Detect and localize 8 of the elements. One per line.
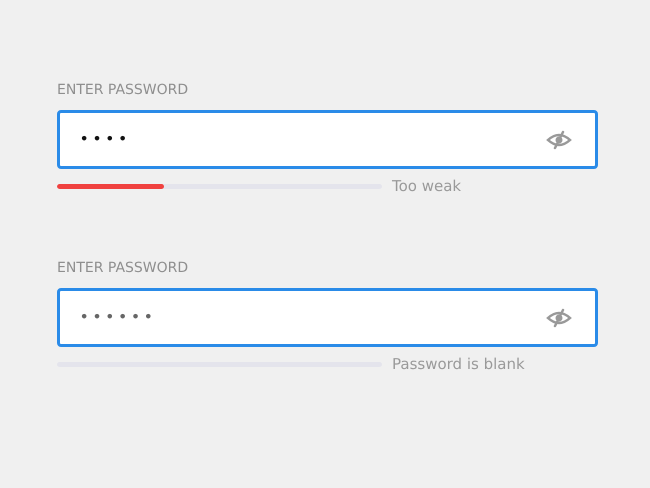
strength-text: Too weak xyxy=(392,177,462,195)
eye-slash-icon[interactable] xyxy=(546,130,572,150)
field-label: ENTER PASSWORD xyxy=(57,260,190,276)
password-field[interactable]: • • • • xyxy=(57,110,598,169)
eye-slash-icon[interactable] xyxy=(546,308,572,328)
password-field[interactable]: • • • • • • xyxy=(57,288,598,347)
field-label: ENTER PASSWORD xyxy=(57,82,190,98)
strength-text: Password is blank xyxy=(392,355,525,373)
